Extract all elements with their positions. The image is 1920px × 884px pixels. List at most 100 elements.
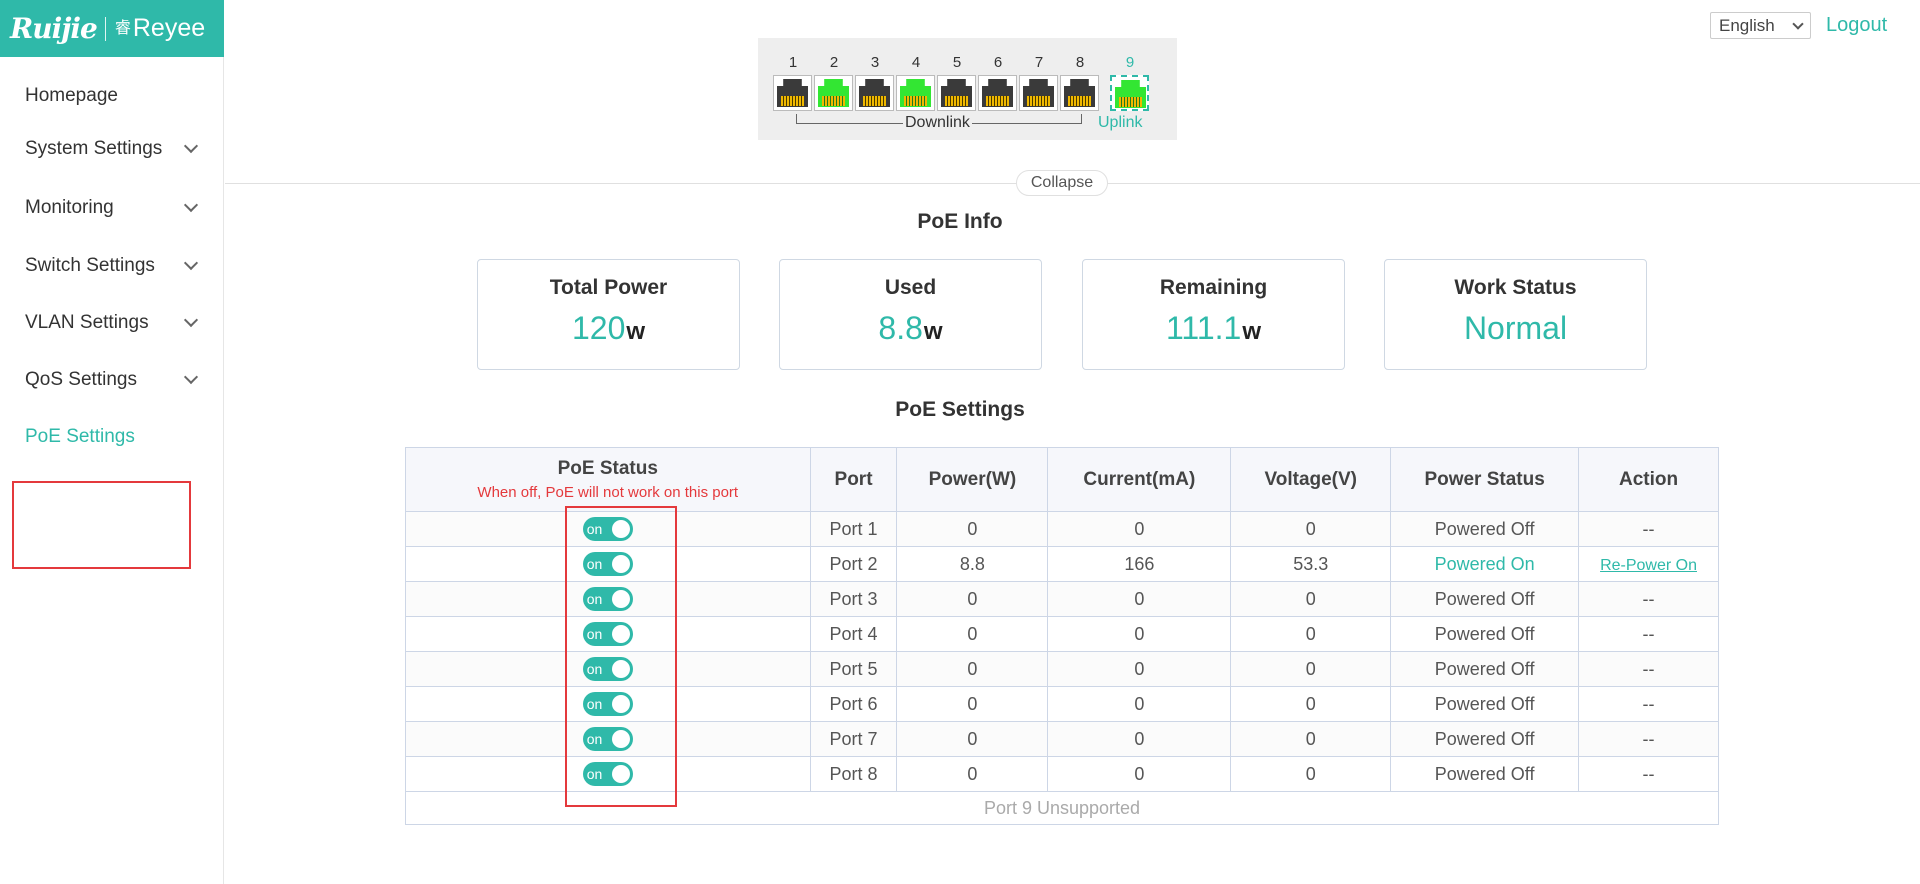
cell-power-status: Powered Off (1390, 686, 1580, 722)
sidebar-item-homepage[interactable]: Homepage (25, 80, 200, 112)
re-power-on-link[interactable]: Re-Power On (1600, 557, 1697, 574)
cell-poe-status: on (405, 546, 811, 582)
cell-power: 0 (896, 721, 1049, 757)
table-footer-row: Port 9 Unsupported (405, 791, 1719, 825)
poe-info-title: PoE Info (0, 210, 1920, 234)
cell-current: 166 (1047, 546, 1232, 582)
sidebar-item-switch-settings[interactable]: Switch Settings (25, 250, 200, 282)
port-6-icon[interactable] (978, 75, 1017, 111)
port-pins (781, 96, 804, 106)
cell-action: -- (1578, 721, 1719, 757)
cell-voltage: 0 (1230, 686, 1392, 722)
port-pins (822, 96, 845, 106)
port-1-icon[interactable] (773, 75, 812, 111)
poe-toggle-switch[interactable]: on (582, 657, 633, 681)
logout-link[interactable]: Logout (1826, 14, 1887, 37)
logo-separator (104, 16, 106, 41)
card-unit: w (923, 318, 943, 345)
port-pins (986, 96, 1009, 106)
logo-glyph: 睿 (114, 20, 131, 37)
poe-toggle-switch[interactable]: on (582, 552, 633, 576)
cell-power: 0 (896, 686, 1049, 722)
cell-current: 0 (1047, 756, 1232, 792)
sidebar-item-label: Homepage (25, 85, 118, 106)
sidebar-item-label: QoS Settings (25, 369, 137, 390)
poe-toggle-switch[interactable]: on (582, 727, 633, 751)
switch-label: on (586, 661, 603, 677)
sidebar-item-label: PoE Settings (25, 426, 135, 447)
cell-poe-status: on (405, 721, 811, 757)
switch-label: on (586, 556, 603, 572)
port-9-icon[interactable] (1110, 75, 1149, 111)
card-title: Total Power (549, 276, 668, 299)
uplink-label: Uplink (1098, 114, 1143, 131)
table-row: on Port 4 0 0 0 Powered Off -- (405, 616, 1719, 652)
port-7-icon[interactable] (1019, 75, 1058, 111)
cell-power-status: Powered Off (1390, 721, 1580, 757)
port-pins (1027, 96, 1050, 106)
collapse-button[interactable]: Collapse (1016, 170, 1108, 196)
port-number-3: 3 (870, 54, 880, 71)
poe-settings-title: PoE Settings (0, 398, 1920, 422)
switch-label: on (586, 591, 603, 607)
poe-settings-title-text: PoE Settings (895, 398, 1025, 421)
poe-toggle-switch[interactable]: on (582, 762, 633, 786)
switch-label: on (586, 731, 603, 747)
switch-knob (611, 660, 630, 678)
cell-voltage: 0 (1230, 511, 1392, 547)
cell-power: 0 (896, 511, 1049, 547)
poe-toggle-switch[interactable]: on (582, 622, 633, 646)
cell-action: -- (1578, 686, 1719, 722)
switch-knob (611, 695, 630, 713)
cell-current: 0 (1047, 721, 1232, 757)
language-value: English (1719, 15, 1775, 35)
card-value-number: 111.1 (1166, 310, 1242, 346)
cell-voltage: 0 (1230, 616, 1392, 652)
port-number-6: 6 (993, 54, 1003, 71)
cell-current: 0 (1047, 686, 1232, 722)
port-pins (945, 96, 968, 106)
cell-voltage: 53.3 (1230, 546, 1392, 582)
sidebar-item-vlan-settings[interactable]: VLAN Settings (25, 307, 200, 339)
col-power: Power(W) (896, 447, 1049, 512)
port-number-4: 4 (911, 54, 921, 71)
cell-power-status: Powered On (1390, 546, 1580, 582)
cell-port: Port 5 (809, 651, 898, 687)
logo-sub-text: Reyee (132, 14, 206, 42)
cell-power: 0 (896, 651, 1049, 687)
sidebar-item-qos-settings[interactable]: QoS Settings (25, 364, 200, 396)
poe-toggle-switch[interactable]: on (582, 587, 633, 611)
col-voltage: Voltage(V) (1230, 447, 1392, 512)
table-row: on Port 2 8.8 166 53.3 Powered On Re-Power On (405, 546, 1719, 582)
switch-label: on (586, 626, 603, 642)
sidebar-item-label: VLAN Settings (25, 312, 149, 333)
language-select[interactable]: English (1710, 12, 1811, 39)
col-port: Port (809, 447, 898, 512)
card-work-status: Work Status Normal (1384, 259, 1647, 370)
port-2-icon[interactable] (814, 75, 853, 111)
table-row: on Port 7 0 0 0 Powered Off -- (405, 721, 1719, 757)
poe-toggle-switch[interactable]: on (582, 692, 633, 716)
col-poe-status-label: PoE Status (557, 458, 658, 479)
port-8-icon[interactable] (1060, 75, 1099, 111)
sidebar-item-poe-settings[interactable]: PoE Settings (25, 421, 200, 453)
port-3-icon[interactable] (855, 75, 894, 111)
col-action: Action (1578, 447, 1719, 512)
card-value: 8.8w (780, 310, 1041, 347)
cell-voltage: 0 (1230, 651, 1392, 687)
port-4-icon[interactable] (896, 75, 935, 111)
cell-power: 8.8 (896, 546, 1049, 582)
card-title: Work Status (1454, 276, 1577, 299)
port-number-9: 9 (1125, 54, 1135, 71)
card-value-number: 8.8 (878, 310, 923, 346)
cell-action: Re-Power On (1578, 546, 1719, 582)
sidebar-item-label: System Settings (25, 138, 163, 159)
sidebar-item-system-settings[interactable]: System Settings (25, 133, 200, 165)
cell-voltage: 0 (1230, 756, 1392, 792)
port-5-icon[interactable] (937, 75, 976, 111)
port-number-7: 7 (1034, 54, 1044, 71)
cell-port: Port 3 (809, 581, 898, 617)
table-header-row: PoE Status When off, PoE will not work on… (405, 447, 1719, 512)
poe-toggle-switch[interactable]: on (582, 517, 633, 541)
switch-knob (611, 555, 630, 573)
